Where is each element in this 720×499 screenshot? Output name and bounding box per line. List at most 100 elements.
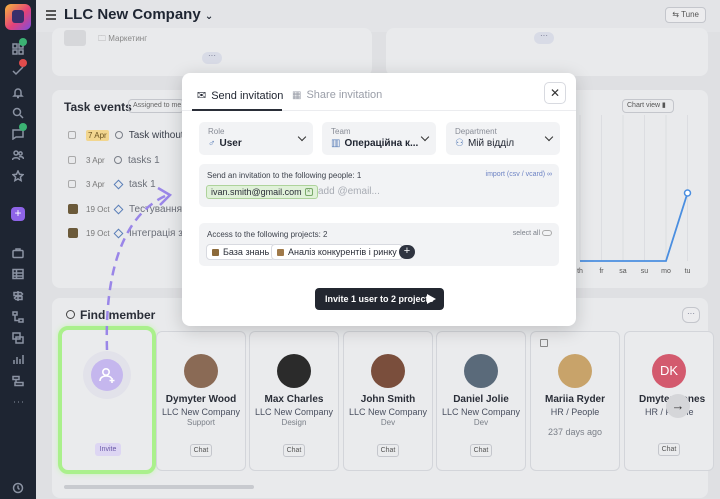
role-label: Role (208, 127, 225, 136)
member-company: LLC New Company (254, 407, 334, 417)
select-all-toggle[interactable]: select all (513, 230, 552, 237)
member-name: Daniel Jolie (453, 394, 509, 405)
find-member-more-button[interactable]: ··· (682, 307, 700, 323)
projects-panel: Access to the following projects: 2 sele… (199, 223, 559, 266)
role-select[interactable]: Role ♂ User (199, 122, 313, 155)
member-card[interactable]: Mariia Ryder HR / People 237 days ago (530, 331, 620, 471)
chart-series-line (580, 192, 689, 262)
tune-button[interactable]: ⇆ Tune (665, 7, 706, 23)
horizontal-scrollbar[interactable] (64, 485, 254, 489)
tab-share-label: Share invitation (306, 89, 383, 101)
star-icon[interactable] (11, 169, 25, 183)
project-chip[interactable]: База знань (206, 244, 276, 260)
member-card[interactable]: Dymyter Wood LLC New Company Support Cha… (156, 331, 246, 471)
invite-member-card[interactable]: Invite (58, 326, 156, 474)
search-icon[interactable] (11, 106, 25, 120)
chart-view-label: Chart view (627, 102, 661, 109)
chat-button[interactable]: Chat (470, 444, 492, 457)
company-switcher[interactable]: LLC New Company ⌄ (64, 6, 213, 23)
top-right-card: ··· (386, 28, 708, 76)
email-chip[interactable]: ivan.smith@gmail.com × (206, 185, 318, 199)
search-icon (66, 310, 75, 319)
project-chip-label: Аналіз конкурентів і ринку (288, 247, 397, 257)
user-role-icon: ♂ (208, 138, 216, 149)
tab-send-label: Send invitation (211, 89, 284, 102)
arrow-right-icon: → (671, 398, 685, 413)
menu-icon[interactable] (46, 10, 56, 20)
close-button[interactable]: ✕ (544, 82, 566, 104)
hierarchy-icon[interactable] (11, 310, 25, 324)
avatar (464, 354, 498, 388)
close-icon: ✕ (549, 86, 561, 100)
table-icon[interactable] (11, 267, 25, 281)
invite-submit-button[interactable]: Invite 1 user to 2 projects (315, 288, 444, 310)
member-name: Dymyter Wood (165, 394, 237, 405)
more-dots-button-2[interactable]: ··· (534, 32, 554, 44)
app-logo[interactable] (5, 4, 31, 30)
remove-email-icon[interactable]: × (304, 188, 313, 196)
task-date: 3 Apr (86, 155, 105, 165)
chat-button[interactable]: Chat (377, 444, 399, 457)
people-icon[interactable] (11, 148, 25, 162)
add-plus-icon[interactable]: + (11, 207, 25, 221)
member-card[interactable]: John Smith LLC New Company Dev Chat (343, 331, 433, 471)
tab-share-invitation[interactable]: ▦ Share invitation (292, 89, 382, 101)
status-diamond-icon (113, 228, 124, 238)
chart-tick-label: tu (685, 268, 691, 275)
project-thumbnail (64, 30, 86, 46)
tasks-badge-icon (19, 59, 27, 67)
task-checkbox[interactable] (68, 131, 76, 139)
briefcase-icon[interactable] (11, 246, 25, 260)
import-link[interactable]: import (csv / vcard) ∞ (486, 171, 552, 178)
chart-tick-label: mo (661, 268, 671, 275)
task-checkbox[interactable] (68, 156, 76, 164)
add-project-button[interactable]: + (399, 245, 415, 259)
avatar (68, 204, 78, 214)
bar-chart-icon[interactable] (11, 352, 25, 366)
layers-icon[interactable] (11, 374, 25, 388)
task-chart: th fr sa su mo tu (577, 115, 692, 275)
task-row[interactable]: 19 Oct Інтеграція з С (68, 226, 193, 240)
windows-icon[interactable] (11, 331, 25, 345)
scroll-right-button[interactable]: → (666, 394, 690, 418)
member-role: Dev (380, 418, 396, 427)
sidebar: + (0, 0, 36, 499)
task-row[interactable]: 3 Apr tasks 1 (68, 153, 160, 167)
marketing-label: Маркетинг (108, 34, 148, 43)
invite-button[interactable]: Invite (95, 443, 121, 456)
avatar (184, 354, 218, 388)
active-tab-underline (192, 109, 282, 111)
chat-button[interactable]: Chat (658, 443, 680, 456)
chevron-down-icon (297, 132, 307, 142)
member-role: Support (186, 418, 216, 427)
chart-tick-label: fr (599, 268, 604, 275)
task-date: 19 Oct (86, 228, 110, 238)
department-select[interactable]: Department ⚇ Мій відділ (446, 122, 560, 155)
task-row[interactable]: 7 Apr Task without a (68, 128, 192, 142)
task-row[interactable]: 3 Apr task 1 (68, 177, 156, 191)
project-icon (212, 249, 219, 256)
bell-icon[interactable] (11, 86, 25, 100)
chat-button[interactable]: Chat (283, 444, 305, 457)
team-select[interactable]: Team ▥ Операційна к... (322, 122, 436, 155)
member-card[interactable]: Max Charles LLC New Company Design Chat (249, 331, 339, 471)
more-icon[interactable] (11, 395, 25, 409)
avatar (558, 354, 592, 388)
task-checkbox[interactable] (68, 180, 76, 188)
member-card[interactable]: Daniel Jolie LLC New Company Dev Chat (436, 331, 526, 471)
signpost-icon[interactable] (11, 289, 25, 303)
bar-chart-icon: ▮ (662, 102, 666, 109)
assigned-filter[interactable]: Assigned to me (128, 99, 184, 113)
clock-icon[interactable] (11, 481, 25, 495)
chart-view-button[interactable]: Chart view ▮ (622, 99, 674, 113)
chart-tick-label: th (577, 268, 583, 275)
email-input[interactable]: add @email... (318, 186, 380, 197)
member-name: Mariia Ryder (544, 394, 606, 405)
project-chip[interactable]: Аналіз конкурентів і ринку (271, 244, 403, 260)
chat-button[interactable]: Chat (190, 444, 212, 457)
more-dots-button[interactable]: ··· (202, 52, 222, 64)
add-user-icon (91, 359, 123, 391)
toggle-icon (542, 230, 552, 236)
tab-send-invitation[interactable]: ✉ Send invitation (197, 89, 284, 103)
task-row[interactable]: 19 Oct Тестування ф (68, 202, 193, 216)
